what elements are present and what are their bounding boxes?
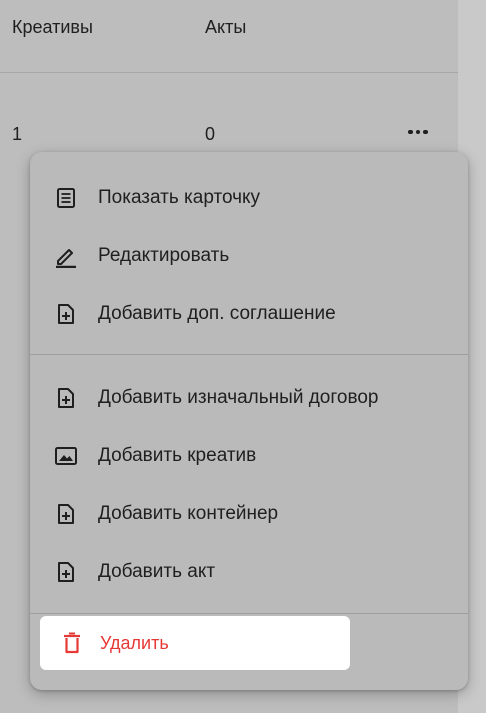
add-document-icon: [54, 302, 78, 326]
menu-item-add-agreement[interactable]: Добавить доп. соглашение: [54, 296, 336, 332]
menu-item-label: Показать карточку: [98, 187, 261, 208]
add-document-icon: [54, 560, 78, 584]
menu-item-add-creative[interactable]: Добавить креатив: [54, 438, 256, 474]
menu-divider: [30, 354, 468, 355]
menu-item-label: Добавить акт: [98, 561, 216, 582]
header-divider: [0, 72, 458, 73]
column-header-acts[interactable]: Акты: [205, 17, 246, 38]
menu-divider: [30, 613, 468, 614]
trash-icon: [60, 631, 84, 655]
menu-item-label: Добавить креатив: [98, 445, 257, 466]
menu-item-label: Редактировать: [98, 245, 230, 266]
add-document-icon: [54, 386, 78, 410]
delete-button[interactable]: Удалить: [40, 616, 350, 670]
dot-icon: [415, 129, 421, 135]
add-document-icon: [54, 502, 78, 526]
more-actions-button[interactable]: [404, 120, 432, 144]
menu-item-add-container[interactable]: Добавить контейнер: [54, 496, 278, 532]
image-icon: [54, 444, 78, 468]
column-header-creatives[interactable]: Креативы: [12, 17, 93, 38]
menu-item-label: Добавить доп. соглашение: [98, 303, 336, 324]
menu-item-label: Добавить изначальный договор: [98, 387, 379, 408]
dot-icon: [408, 129, 413, 135]
menu-item-add-act[interactable]: Добавить акт: [54, 554, 215, 590]
pencil-icon: [54, 244, 78, 268]
context-menu: Показать карточку Редактировать Добавить…: [30, 152, 468, 690]
card-list-icon: [54, 186, 78, 210]
menu-item-label: Добавить контейнер: [98, 503, 279, 524]
cell-creatives: 1: [12, 124, 23, 144]
cell-acts: 0: [205, 124, 216, 144]
delete-label: Удалить: [100, 632, 169, 653]
menu-item-add-original-contract[interactable]: Добавить изначальный договор: [54, 380, 378, 416]
menu-item-show-card[interactable]: Показать карточку: [54, 180, 260, 216]
dot-icon: [423, 129, 428, 135]
menu-item-edit[interactable]: Редактировать: [54, 238, 229, 274]
